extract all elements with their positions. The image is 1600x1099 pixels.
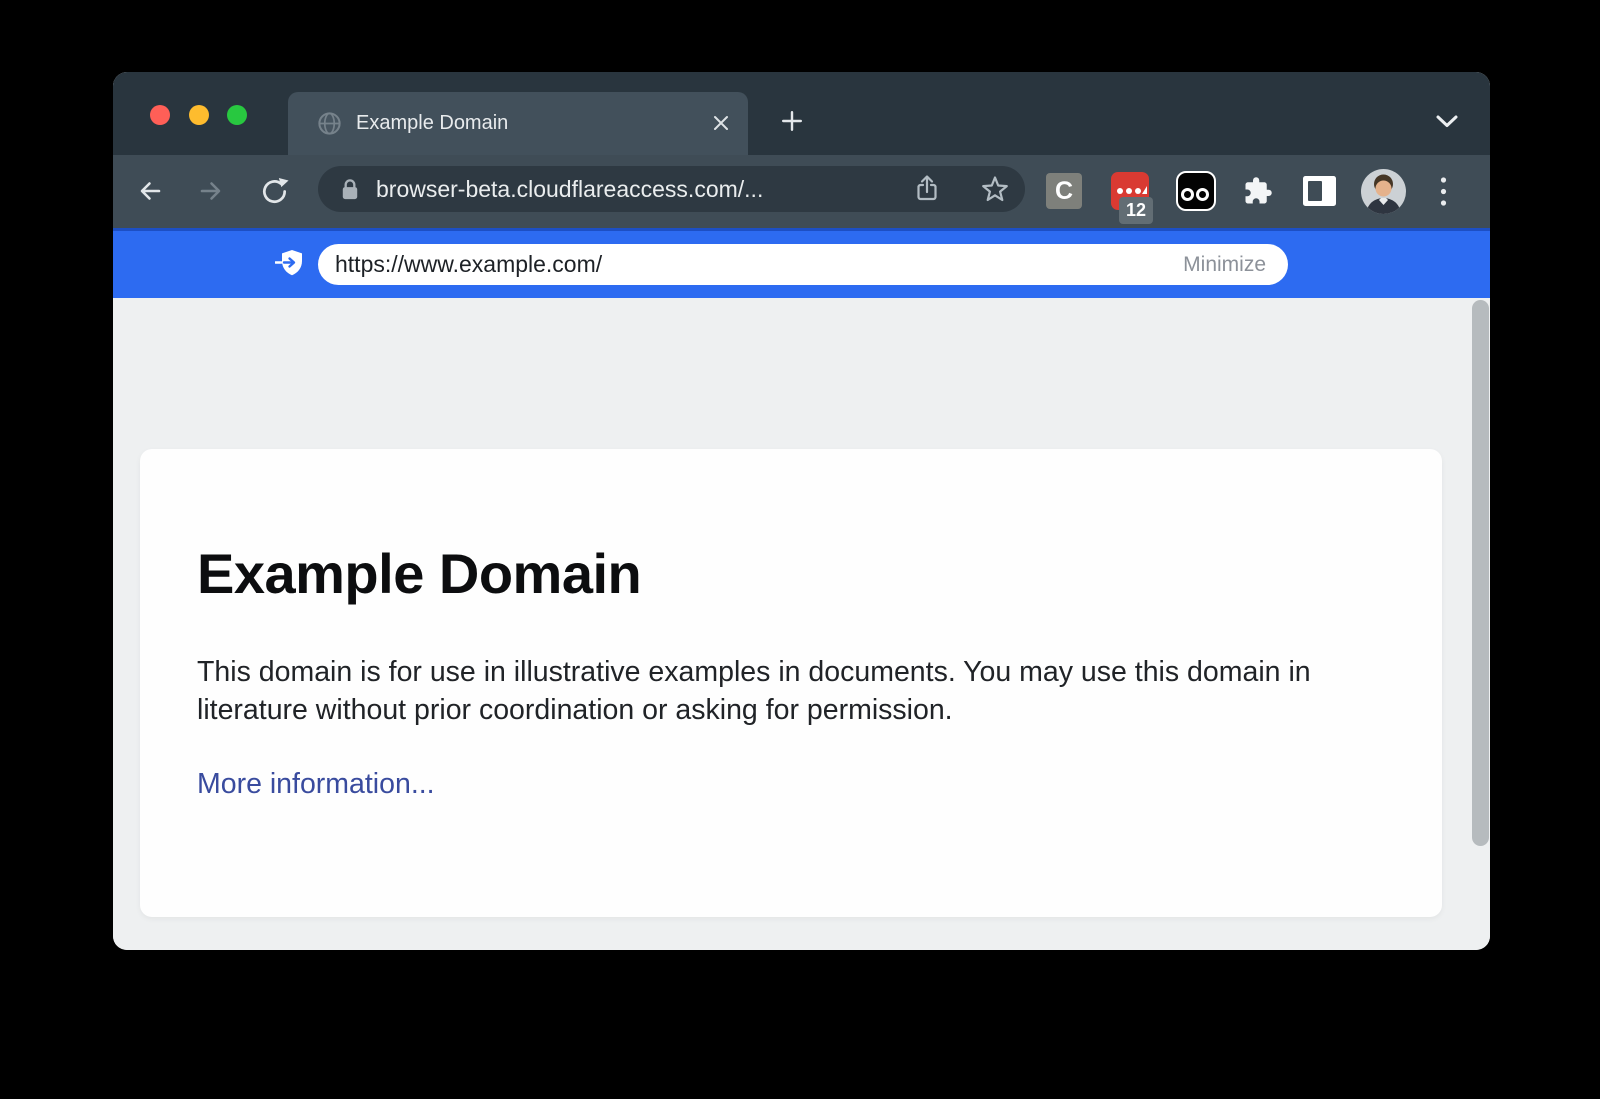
tab-overview-button[interactable] bbox=[1435, 114, 1459, 129]
page-body-text: This domain is for use in illustrative e… bbox=[197, 653, 1352, 729]
desktop-background: Example Domain bbox=[0, 0, 1600, 1099]
dot bbox=[1126, 188, 1132, 194]
page-viewport: Example Domain This domain is for use in… bbox=[113, 298, 1490, 950]
shield-arrow-icon bbox=[275, 248, 307, 278]
profile-avatar[interactable] bbox=[1361, 169, 1406, 214]
extension-c-icon[interactable]: C bbox=[1046, 173, 1082, 209]
tab-example-domain[interactable]: Example Domain bbox=[288, 92, 748, 155]
reload-button[interactable] bbox=[259, 176, 289, 206]
zoom-window-button[interactable] bbox=[227, 105, 247, 125]
back-button[interactable] bbox=[135, 176, 165, 206]
content-card: Example Domain This domain is for use in… bbox=[140, 449, 1442, 917]
tab-close-icon[interactable] bbox=[712, 114, 730, 132]
browser-window: Example Domain bbox=[113, 72, 1490, 950]
omnibox[interactable]: browser-beta.cloudflareaccess.com/... bbox=[318, 166, 1025, 212]
lock-icon[interactable] bbox=[340, 177, 360, 202]
side-panel-icon bbox=[1308, 181, 1322, 201]
side-panel-button[interactable] bbox=[1303, 176, 1336, 206]
extensions-puzzle-icon bbox=[1243, 176, 1273, 206]
dot bbox=[1117, 188, 1123, 194]
back-arrow-icon bbox=[135, 176, 165, 206]
reload-icon bbox=[259, 176, 290, 207]
tab-strip: Example Domain bbox=[113, 72, 1490, 155]
more-information-link[interactable]: More information... bbox=[197, 768, 435, 801]
tab-title: Example Domain bbox=[356, 92, 508, 155]
goggle-lens bbox=[1196, 188, 1209, 201]
bookmark-button[interactable] bbox=[979, 173, 1011, 205]
share-button[interactable] bbox=[911, 173, 943, 205]
minimize-bar-button[interactable]: Minimize bbox=[1183, 244, 1266, 285]
kebab-menu-icon bbox=[1440, 176, 1447, 207]
new-tab-button[interactable] bbox=[776, 105, 808, 137]
wedge bbox=[1142, 186, 1147, 194]
plus-icon bbox=[781, 110, 803, 132]
browser-menu-button[interactable] bbox=[1440, 176, 1447, 207]
share-icon bbox=[911, 173, 943, 205]
goggle-lens bbox=[1181, 188, 1194, 201]
extensions-menu-button[interactable] bbox=[1243, 176, 1273, 206]
toolbar: browser-beta.cloudflareaccess.com/... C bbox=[113, 155, 1490, 228]
bookmark-star-icon bbox=[979, 173, 1011, 205]
isolated-url-text: https://www.example.com/ bbox=[335, 244, 602, 285]
extension-goggles-icon[interactable] bbox=[1176, 171, 1216, 211]
isolated-url-input[interactable]: https://www.example.com/ Minimize bbox=[318, 244, 1288, 285]
chevron-down-icon bbox=[1435, 114, 1459, 129]
extension-badge: 12 bbox=[1119, 197, 1153, 224]
minimize-window-button[interactable] bbox=[189, 105, 209, 125]
isolation-bar: https://www.example.com/ Minimize bbox=[113, 228, 1490, 298]
extension-red-dots-icon[interactable]: 12 bbox=[1111, 172, 1149, 210]
address-bar-url: browser-beta.cloudflareaccess.com/... bbox=[376, 166, 763, 212]
close-window-button[interactable] bbox=[150, 105, 170, 125]
page-title: Example Domain bbox=[197, 541, 641, 606]
globe-favicon-icon bbox=[316, 110, 343, 137]
forward-arrow-icon bbox=[196, 176, 226, 206]
scrollbar[interactable] bbox=[1472, 300, 1489, 846]
dot bbox=[1135, 188, 1141, 194]
forward-button[interactable] bbox=[196, 176, 226, 206]
